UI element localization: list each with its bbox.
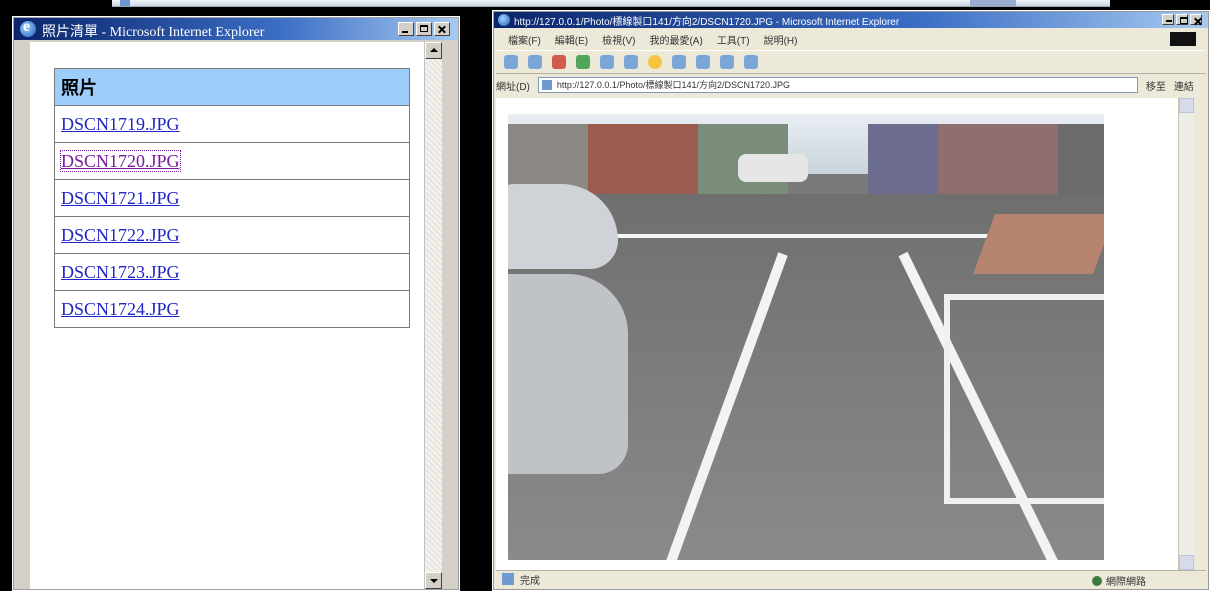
scroll-up-arrow-icon[interactable] xyxy=(425,42,442,59)
maximize-button[interactable] xyxy=(416,22,432,36)
zone-text: 網際網路 xyxy=(1106,577,1146,588)
photo-link[interactable]: DSCN1721.JPG xyxy=(61,188,180,208)
photo-link[interactable]: DSCN1720.JPG xyxy=(60,149,181,172)
photo-row: DSCN1723.JPG xyxy=(54,253,410,291)
status-text: 完成 xyxy=(520,575,540,587)
background-window-bar xyxy=(112,0,1110,7)
photo-cell: DSCN1720.JPG xyxy=(54,142,410,180)
photo-building xyxy=(938,124,1058,194)
photo-viewer-window: http://127.0.0.1/Photo/標線製口141/方向2/DSCN1… xyxy=(492,10,1210,591)
photo-road-box-marking xyxy=(944,294,1104,504)
photo-viewer-content xyxy=(496,98,1194,570)
photo-viewer-window-title: http://127.0.0.1/Photo/標線製口141/方向2/DSCN1… xyxy=(514,17,900,28)
address-input[interactable]: http://127.0.0.1/Photo/標線製口141/方向2/DSCN1… xyxy=(537,77,1138,93)
edit-icon[interactable] xyxy=(744,55,758,69)
photo-row: DSCN1721.JPG xyxy=(54,179,410,217)
photo-table-header-row: 照片 xyxy=(54,68,410,106)
background-window-icon xyxy=(120,0,130,6)
mail-icon[interactable] xyxy=(696,55,710,69)
status-bar: 完成 網際網路 xyxy=(496,570,1206,588)
internet-zone-icon xyxy=(1092,575,1102,586)
photo-row: DSCN1719.JPG xyxy=(54,105,410,143)
search-icon[interactable] xyxy=(624,55,638,69)
home-icon[interactable] xyxy=(600,55,614,69)
menu-item[interactable]: 檔案(F) xyxy=(508,32,541,47)
back-icon[interactable] xyxy=(504,55,518,69)
scroll-up-arrow-icon[interactable] xyxy=(1179,98,1194,113)
forward-icon[interactable] xyxy=(528,55,542,69)
photo-row: DSCN1720.JPG xyxy=(54,142,410,180)
street-photo xyxy=(508,114,1104,560)
photo-table: 照片 DSCN1719.JPG DSCN1720.JPG DSCN1721.JPG D… xyxy=(54,68,410,328)
minimize-button[interactable] xyxy=(1162,14,1174,25)
photo-link[interactable]: DSCN1722.JPG xyxy=(61,225,180,245)
menu-item[interactable]: 編輯(E) xyxy=(555,32,588,47)
photo-car xyxy=(738,154,808,182)
photo-stop-line xyxy=(588,234,1018,238)
close-button[interactable] xyxy=(1190,14,1202,25)
menu-item[interactable]: 工具(T) xyxy=(717,32,750,47)
photo-cell: DSCN1723.JPG xyxy=(54,253,410,291)
close-button[interactable] xyxy=(434,22,450,36)
window-controls xyxy=(398,22,450,36)
window-controls xyxy=(1162,14,1202,25)
photo-cell: DSCN1719.JPG xyxy=(54,105,410,143)
photo-cell: DSCN1722.JPG xyxy=(54,216,410,254)
scroll-down-arrow-icon[interactable] xyxy=(425,572,442,589)
ie-icon xyxy=(20,18,36,37)
menu-item[interactable]: 檢視(V) xyxy=(602,32,635,47)
photo-table-body: DSCN1719.JPG DSCN1720.JPG DSCN1721.JPG DSCN… xyxy=(54,105,410,328)
photo-row: DSCN1722.JPG xyxy=(54,216,410,254)
toolbar xyxy=(496,50,1206,74)
menu-item[interactable]: 我的最愛(A) xyxy=(649,32,702,47)
address-bar: 網址(D) http://127.0.0.1/Photo/標線製口141/方向2… xyxy=(496,74,1206,96)
security-zone: 網際網路 xyxy=(1092,573,1146,588)
photo-link[interactable]: DSCN1719.JPG xyxy=(61,114,180,134)
photo-building xyxy=(1058,124,1104,194)
photo-curb xyxy=(973,214,1104,274)
photo-list-titlebar[interactable]: 照片清單 - Microsoft Internet Explorer xyxy=(14,18,458,40)
photo-row: DSCN1724.JPG xyxy=(54,290,410,328)
photo-list-window-title: 照片清單 - Microsoft Internet Explorer xyxy=(42,25,265,40)
windows-logo-icon xyxy=(1170,32,1196,46)
maximize-button[interactable] xyxy=(1176,14,1188,25)
vertical-scrollbar[interactable] xyxy=(1178,98,1194,570)
photo-list-window: 照片清單 - Microsoft Internet Explorer 照片 DS… xyxy=(12,16,460,591)
address-value: http://127.0.0.1/Photo/標線製口141/方向2/DSCN1… xyxy=(556,80,791,90)
page-icon xyxy=(541,80,552,90)
photo-building xyxy=(588,124,698,194)
photo-viewer-titlebar[interactable]: http://127.0.0.1/Photo/標線製口141/方向2/DSCN1… xyxy=(494,12,1208,28)
photo-car xyxy=(508,274,628,474)
ie-icon xyxy=(498,14,510,26)
address-label: 網址(D) xyxy=(496,81,530,93)
menu-item[interactable]: 說明(H) xyxy=(764,32,798,47)
stop-icon[interactable] xyxy=(552,55,566,69)
scroll-down-arrow-icon[interactable] xyxy=(1179,555,1194,570)
vertical-scrollbar[interactable] xyxy=(424,42,442,589)
minimize-button[interactable] xyxy=(398,22,414,36)
photo-cell: DSCN1721.JPG xyxy=(54,179,410,217)
photo-cell: DSCN1724.JPG xyxy=(54,290,410,328)
print-icon[interactable] xyxy=(720,55,734,69)
photo-building xyxy=(868,124,938,194)
photo-link[interactable]: DSCN1724.JPG xyxy=(61,299,180,319)
globe-icon xyxy=(502,573,514,585)
menu-bar: 檔案(F) 編輯(E) 檢視(V) 我的最愛(A) 工具(T) 說明(H) xyxy=(496,30,1206,48)
photo-link[interactable]: DSCN1723.JPG xyxy=(61,262,180,282)
background-window-status xyxy=(970,0,1016,6)
background-window-sliver xyxy=(0,0,1210,10)
history-icon[interactable] xyxy=(672,55,686,69)
refresh-icon[interactable] xyxy=(576,55,590,69)
links-button[interactable]: 連結 xyxy=(1174,78,1194,93)
photo-table-header: 照片 xyxy=(54,68,410,106)
favorites-icon[interactable] xyxy=(648,55,662,69)
go-button[interactable]: 移至 xyxy=(1146,78,1166,93)
